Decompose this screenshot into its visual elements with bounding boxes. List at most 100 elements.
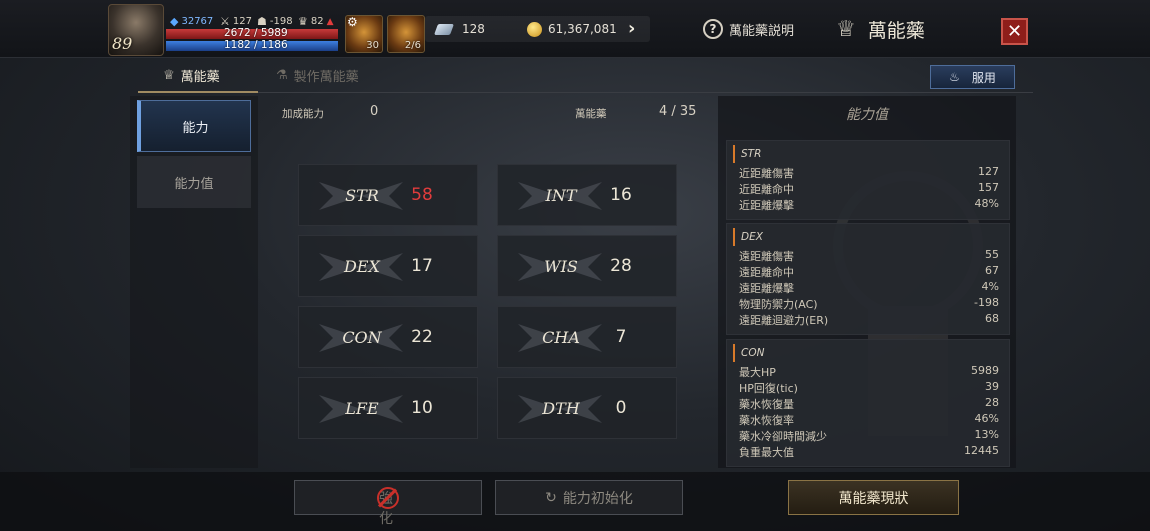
enhance-button[interactable]: 強化: [294, 480, 482, 527]
stat-card-lfe[interactable]: LFE 10: [298, 377, 478, 439]
stat-row-value: 12445: [964, 444, 999, 457]
stat-card-int[interactable]: INT 16: [497, 164, 677, 226]
stat-name: DTH: [542, 398, 580, 418]
stat-row-label: 物理防禦力(AC): [739, 298, 818, 311]
craft-icon: ⚗: [276, 68, 288, 83]
stat-row-value: 55: [985, 248, 999, 261]
stat-name: CHA: [542, 327, 580, 347]
tab-divider: [258, 92, 1033, 93]
stat-name: DEX: [344, 256, 380, 276]
stat-row-label: 藥水冷卻時間減少: [739, 430, 827, 443]
stat-row: 遠距離命中 67: [727, 264, 1009, 280]
prohibited-icon: 強化: [375, 485, 401, 527]
trophy-icon: ♛: [298, 15, 308, 28]
stat-row-label: 遠距離傷害: [739, 250, 794, 263]
sidenav-ability[interactable]: 能力: [137, 100, 251, 152]
top-hud: 89 ◆ 32767 ⚔ 127 ☗ -198 ♛ 82 ▲ 2672 / 59…: [0, 0, 1150, 58]
stat-card-dex[interactable]: DEX 17: [298, 235, 478, 297]
tab-elixir[interactable]: ♕ 萬能藥: [163, 66, 220, 85]
stat-row-label: 藥水恢復量: [739, 398, 794, 411]
question-icon: ?: [703, 19, 723, 39]
stat-row: 藥水恢復量 28: [727, 396, 1009, 412]
use-button[interactable]: ♨ 服用: [930, 65, 1015, 89]
group-title: STR: [733, 145, 1009, 163]
stat-name: INT: [545, 185, 577, 205]
group-title: CON: [733, 344, 1009, 362]
stat-row-label: HP回復(tic): [739, 382, 798, 395]
stat-value: 22: [411, 327, 433, 347]
stat-value: 17: [411, 256, 433, 276]
stat-name: WIS: [544, 256, 578, 276]
stat-row-value: 5989: [971, 364, 999, 377]
elixir-crown-icon: ♕: [836, 17, 856, 42]
hp-text: 2672 / 5989: [224, 27, 288, 39]
stat-row: 遠距離傷害 55: [727, 248, 1009, 264]
stat-row: HP回復(tic) 39: [727, 380, 1009, 396]
refresh-icon: ↻: [545, 489, 557, 506]
stat-value: 10: [411, 398, 433, 418]
stat-row: 遠距離爆擊 4%: [727, 280, 1009, 296]
gear-icon: ⚙: [347, 15, 358, 29]
mp-bar: 1182 / 1186: [166, 39, 338, 51]
trophy-indicator: ♛ 82 ▲: [298, 15, 334, 28]
quick-slot-potion[interactable]: ⚙ 30: [345, 15, 383, 53]
stat-row: 最大HP 5989: [727, 364, 1009, 380]
character-level: 89: [112, 34, 133, 53]
tab-craft-elixir[interactable]: ⚗ 製作萬能藥: [276, 66, 359, 85]
stat-row-label: 近距離爆擊: [739, 199, 794, 212]
stat-row: 藥水冷卻時間減少 13%: [727, 428, 1009, 444]
stat-row-value: 46%: [974, 412, 999, 425]
exp-indicator: ◆ 32767: [170, 15, 214, 28]
stat-value: 28: [610, 256, 632, 276]
stat-row: 近距離傷害 127: [727, 165, 1009, 181]
stat-card-wis[interactable]: WIS 28: [497, 235, 677, 297]
elixir-count-label: 萬能藥: [575, 108, 607, 120]
stat-card-cha[interactable]: CHA 7: [497, 306, 677, 368]
stat-group-str: STR 近距離傷害 127 近距離命中 157 近距離爆擊 48%: [726, 140, 1010, 220]
stat-name: LFE: [345, 398, 379, 418]
stat-row-label: 遠距離爆擊: [739, 282, 794, 295]
stat-row-label: 最大HP: [739, 366, 776, 379]
panel-title: 能力值: [846, 107, 888, 123]
stat-row-value: 39: [985, 380, 999, 393]
bonus-label: 加成能力: [282, 108, 324, 120]
alert-triangle-icon: ▲: [326, 16, 334, 27]
stat-value: 7: [615, 327, 627, 347]
potion-icon: ♨: [949, 70, 960, 84]
stat-row-value: 4%: [981, 280, 999, 293]
elixir-count-value: 4 / 35: [659, 104, 697, 119]
stat-row-label: 近距離傷害: [739, 167, 794, 180]
stat-row-value: 13%: [974, 428, 999, 441]
elixir-status-button[interactable]: 萬能藥現狀: [788, 480, 959, 515]
stat-row-value: 28: [985, 396, 999, 409]
stat-card-dth[interactable]: DTH 0: [497, 377, 677, 439]
stat-name: STR: [345, 185, 379, 205]
crown-icon: ♕: [163, 68, 175, 83]
sidenav-ability-values[interactable]: 能力值: [137, 156, 251, 208]
help-button[interactable]: ? 萬能藥説明: [703, 19, 794, 39]
ability-values-panel: 能力值 STR 近距離傷害 127 近距離命中 157 近距離爆擊 48% DEX 遠距離傷害 5…: [718, 96, 1016, 468]
bonus-value: 0: [370, 104, 379, 119]
stats-area: 加成能力 0 萬能藥 4 / 35 STR 58 INT 16 DEX 17 WIS 28 CO…: [262, 96, 714, 468]
stat-card-str[interactable]: STR 58: [298, 164, 478, 226]
stat-row-label: 遠距離命中: [739, 266, 794, 279]
mp-text: 1182 / 1186: [224, 39, 288, 51]
stat-card-con[interactable]: CON 22: [298, 306, 478, 368]
stat-value: 0: [615, 398, 627, 418]
stat-row-label: 近距離命中: [739, 183, 794, 196]
stat-row-value: 68: [985, 312, 999, 325]
gold-currency: 61,367,081: [527, 16, 617, 42]
active-tab-underline: [138, 91, 258, 93]
exp-icon: ◆: [170, 15, 179, 28]
stat-row: 物理防禦力(AC) -198: [727, 296, 1009, 312]
stat-row-value: 67: [985, 264, 999, 277]
stat-row-label: 藥水恢復率: [739, 414, 794, 427]
close-button[interactable]: ✕: [1001, 18, 1028, 45]
chevron-right-icon[interactable]: ›: [628, 18, 635, 39]
stat-row: 遠距離迴避力(ER) 68: [727, 312, 1009, 328]
group-title: DEX: [733, 228, 1009, 246]
reset-ability-button[interactable]: ↻ 能力初始化: [495, 480, 683, 515]
quick-slot-item[interactable]: 2/6: [387, 15, 425, 53]
stat-row: 藥水恢復率 46%: [727, 412, 1009, 428]
stat-row-value: 127: [978, 165, 999, 178]
